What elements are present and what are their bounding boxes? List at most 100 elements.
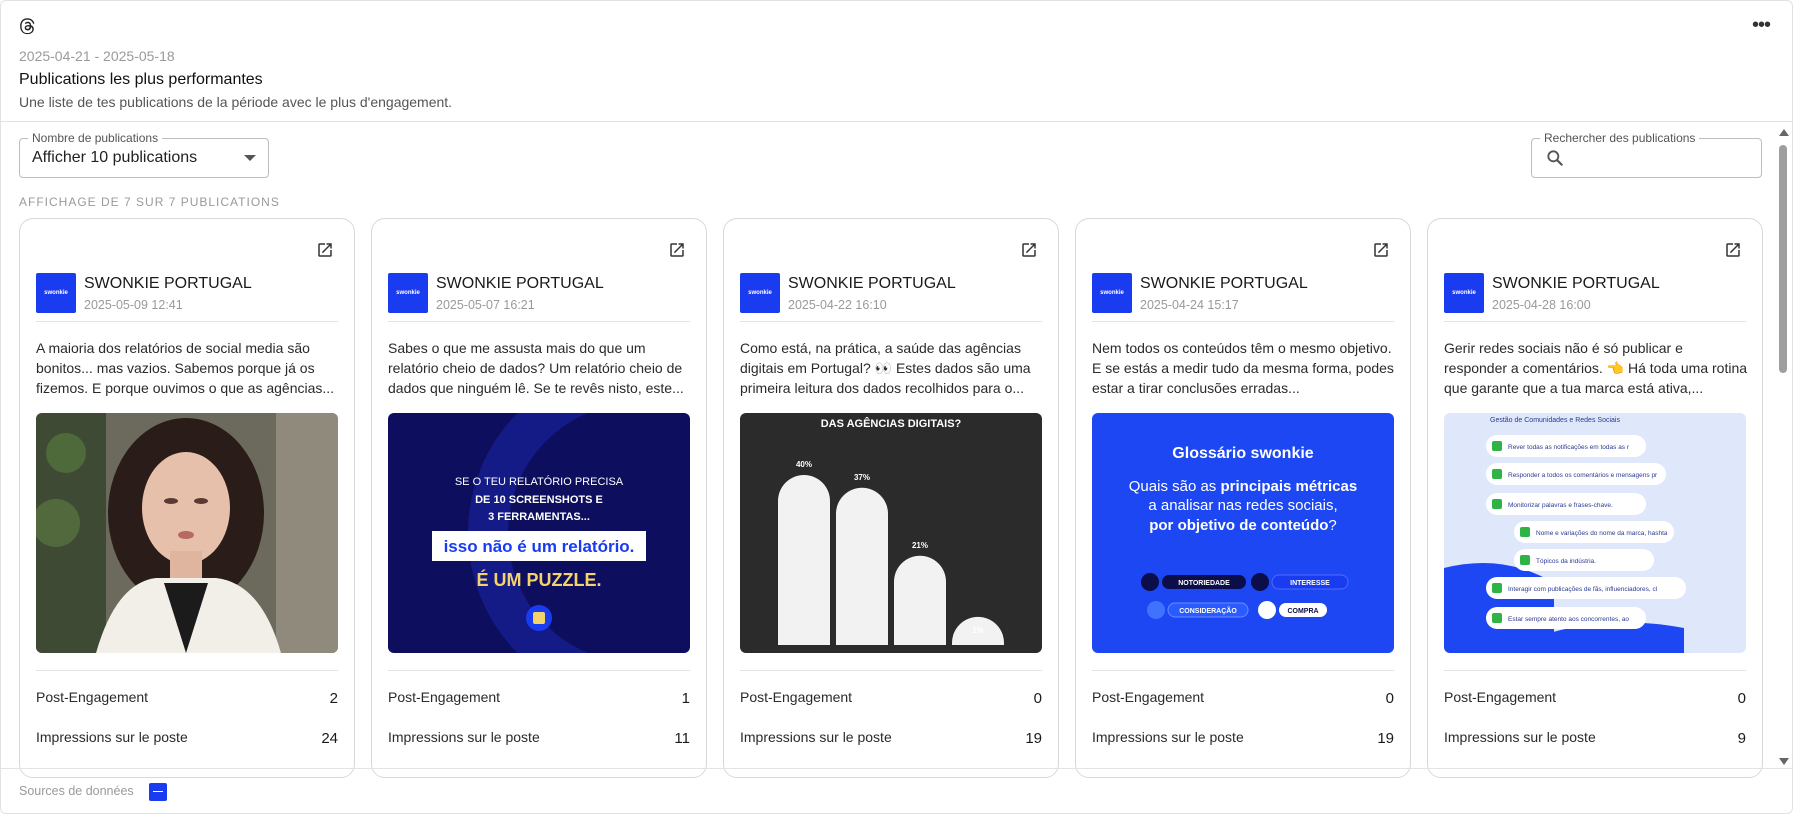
check-icon — [1492, 583, 1502, 593]
search-label: Rechercher des publications — [1540, 131, 1700, 145]
engagement-label: Post-Engagement — [1444, 689, 1557, 705]
header-divider — [1, 121, 1792, 122]
widget-subtitle: Une liste de tes publications de la péri… — [19, 94, 453, 110]
engagement-label: Post-Engagement — [36, 689, 149, 705]
publication-count-label: Nombre de publications — [28, 131, 163, 145]
check-icon — [1492, 441, 1502, 451]
publication-count-value: Afficher 10 publications — [32, 149, 198, 166]
thumb-bar-label: 37% — [854, 473, 870, 482]
engagement-value: 0 — [1737, 690, 1746, 707]
card-divider — [740, 670, 1042, 671]
card-divider — [1092, 321, 1394, 322]
post-date: 2025-04-24 15:17 — [1140, 298, 1239, 312]
open-external-icon[interactable] — [668, 241, 686, 259]
more-options-button[interactable]: ••• — [1752, 15, 1771, 35]
caret-down-icon — [244, 155, 256, 161]
thumb-body-c: a analisar nas redes sociais, — [1148, 497, 1337, 514]
thumb-bar-label: 1% — [972, 626, 984, 635]
check-icon — [1520, 527, 1530, 537]
post-thumbnail[interactable]: SE O TEU RELATÓRIO PRECISA DE 10 SCREENS… — [388, 413, 690, 653]
post-thumbnail[interactable]: DAS AGÊNCIAS DIGITAIS? 40% 37% 21% 1% — [740, 413, 1042, 653]
post-thumbnail[interactable]: Gestão de Comunidades e Redes Sociais Re… — [1444, 413, 1746, 653]
thumb-checklist-text: Monitorizar palavras e frases-chave. — [1508, 502, 1613, 509]
post-thumbnail[interactable] — [36, 413, 338, 653]
card-divider — [36, 670, 338, 671]
post-card[interactable]: swonkie SWONKIE PORTUGAL 2025-05-07 16:2… — [371, 218, 707, 778]
impressions-value: 19 — [1025, 730, 1042, 747]
impressions-label: Impressions sur le poste — [1092, 729, 1244, 745]
thumb-bar-label: 21% — [912, 541, 928, 550]
scroll-thumb[interactable] — [1779, 145, 1787, 373]
thumb-text-line1: SE O TEU RELATÓRIO PRECISA — [455, 475, 624, 488]
post-card[interactable]: swonkie SWONKIE PORTUGAL 2025-04-28 16:0… — [1427, 218, 1763, 778]
post-card[interactable]: swonkie SWONKIE PORTUGAL 2025-04-22 16:1… — [723, 218, 1059, 778]
scroll-up-icon[interactable] — [1779, 129, 1789, 136]
impressions-value: 11 — [674, 730, 690, 747]
card-divider — [36, 321, 338, 322]
avatar: swonkie — [740, 273, 780, 313]
card-divider — [388, 321, 690, 322]
vertical-scrollbar[interactable] — [1779, 129, 1789, 765]
search-field[interactable]: Rechercher des publications — [1531, 131, 1762, 178]
post-cards: swonkie SWONKIE PORTUGAL 2025-05-09 12:4… — [19, 218, 1764, 778]
impressions-label: Impressions sur le poste — [1444, 729, 1596, 745]
thumb-tag: NOTORIEDADE — [1178, 580, 1230, 587]
engagement-value: 2 — [329, 690, 338, 707]
scroll-down-icon[interactable] — [1779, 758, 1789, 765]
post-text: Como está, na prática, a saúde das agênc… — [740, 340, 1031, 396]
thumb-checklist-text: Estar sempre atento aos concorrentes, ao — [1508, 616, 1629, 623]
thumb-heading: DAS AGÊNCIAS DIGITAIS? — [821, 417, 962, 430]
avatar: swonkie — [1444, 273, 1484, 313]
engagement-label: Post-Engagement — [1092, 689, 1205, 705]
results-count: AFFICHAGE DE 7 SUR 7 PUBLICATIONS — [19, 195, 280, 209]
thumb-body-e: ? — [1328, 517, 1336, 534]
thumb-text-line3: 3 FERRAMENTAS... — [488, 511, 590, 523]
account-name: SWONKIE PORTUGAL — [1140, 275, 1308, 292]
thumb-text-puzzle: É UM PUZZLE. — [477, 569, 602, 590]
data-sources-label: Sources de données — [19, 784, 134, 798]
thumb-heading: Gestão de Comunidades e Redes Sociais — [1490, 417, 1620, 424]
thumb-bar — [778, 475, 830, 645]
post-text: Sabes o que me assusta mais do que um re… — [388, 340, 684, 396]
impressions-value: 19 — [1377, 730, 1394, 747]
impressions-label: Impressions sur le poste — [740, 729, 892, 745]
impressions-label: Impressions sur le poste — [36, 729, 188, 745]
check-icon — [1492, 499, 1502, 509]
open-external-icon[interactable] — [316, 241, 334, 259]
avatar: swonkie — [1092, 273, 1132, 313]
thumb-checklist-text: Nome e variações do nome da marca, hasht… — [1536, 530, 1668, 537]
open-external-icon[interactable] — [1020, 241, 1038, 259]
thumb-checklist-text: Tópicos da indústria. — [1536, 558, 1596, 565]
post-text: A maioria dos relatórios de social media… — [36, 340, 335, 396]
data-source-icon[interactable] — [149, 783, 167, 801]
top-posts-widget: ••• 2025-04-21 - 2025-05-18 Publications… — [0, 0, 1793, 814]
card-divider — [388, 670, 690, 671]
thumb-bar-label: 40% — [796, 460, 812, 469]
thumb-text-line2: DE 10 SCREENSHOTS E — [475, 494, 603, 506]
engagement-value: 0 — [1385, 690, 1394, 707]
post-card[interactable]: swonkie SWONKIE PORTUGAL 2025-05-09 12:4… — [19, 218, 355, 778]
card-divider — [1444, 670, 1746, 671]
impressions-value: 24 — [321, 730, 338, 747]
thumb-bar — [894, 555, 946, 645]
svg-text:por objetivo de conteúdo?: por objetivo de conteúdo? — [1149, 517, 1337, 534]
post-thumbnail[interactable]: Glossário swonkie Quais são as principai… — [1092, 413, 1394, 653]
post-card[interactable]: swonkie SWONKIE PORTUGAL 2025-04-24 15:1… — [1075, 218, 1411, 778]
avatar: swonkie — [388, 273, 428, 313]
svg-text:Quais são as principais métric: Quais são as principais métricas — [1129, 478, 1357, 495]
open-external-icon[interactable] — [1372, 241, 1390, 259]
search-input[interactable] — [1572, 145, 1752, 171]
thumb-body-a: Quais são as — [1129, 478, 1221, 495]
publication-count-select[interactable]: Nombre de publications Afficher 10 publi… — [19, 131, 269, 178]
card-divider — [740, 321, 1042, 322]
open-external-icon[interactable] — [1724, 241, 1742, 259]
thumb-body-b: principais métricas — [1220, 478, 1357, 495]
thumb-text-highlight: isso não é um relatório. — [444, 537, 635, 556]
svg-text:a analisar nas redes sociais,: a analisar nas redes sociais, — [1148, 497, 1337, 514]
engagement-label: Post-Engagement — [388, 689, 501, 705]
thumb-checklist-text: Interagir com publicações de fãs, influe… — [1508, 586, 1658, 593]
post-date: 2025-05-07 16:21 — [436, 298, 535, 312]
engagement-label: Post-Engagement — [740, 689, 853, 705]
account-name: SWONKIE PORTUGAL — [436, 275, 604, 292]
threads-icon — [19, 17, 37, 35]
